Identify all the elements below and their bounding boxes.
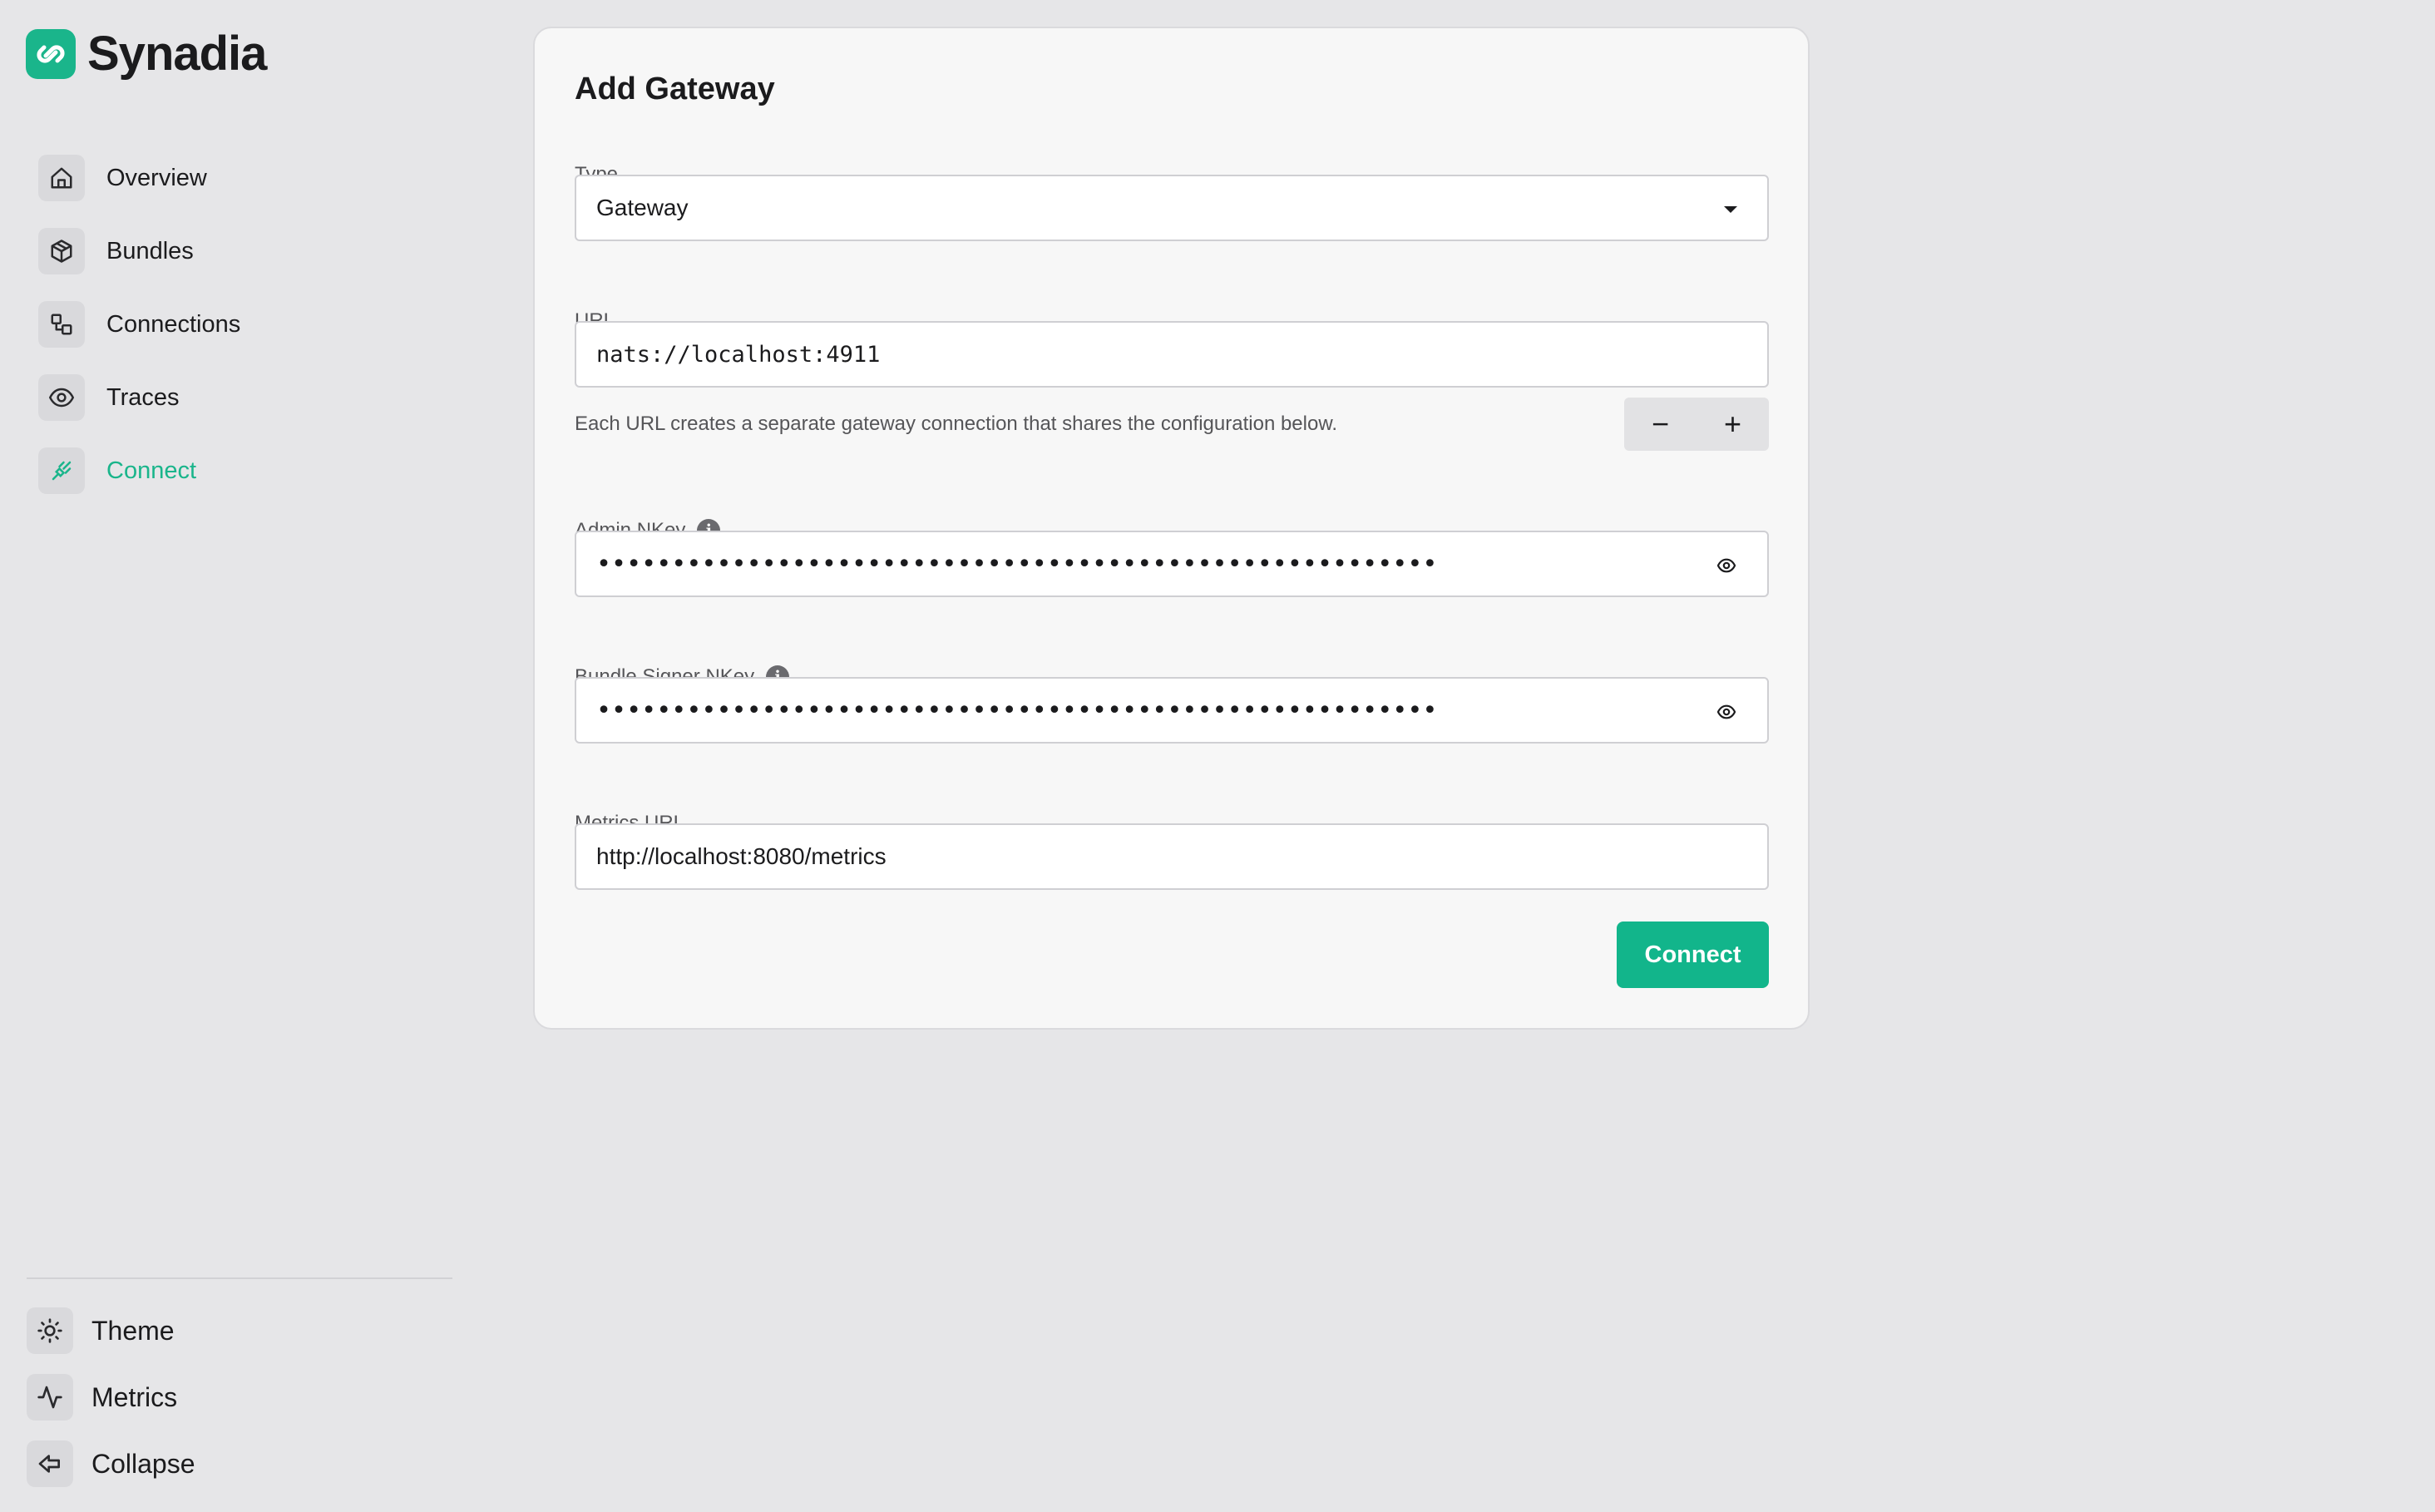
sidebar: Synadia Overview Bundles Connections Tra… [0,0,466,1512]
page-title: Add Gateway [575,72,775,106]
plug-icon [38,447,85,494]
bundle-signer-field[interactable]: ••••••••••••••••••••••••••••••••••••••••… [575,677,1769,744]
brand-name: Synadia [87,27,267,81]
sidebar-item-label: Connections [106,310,241,338]
sidebar-divider [27,1277,452,1279]
sidebar-item-label: Theme [91,1315,175,1346]
connect-button[interactable]: Connect [1617,922,1769,988]
url-stepper: − + [1624,398,1769,451]
show-password-eye-icon[interactable] [1716,700,1736,727]
app-root: Synadia Overview Bundles Connections Tra… [0,0,2435,1512]
package-icon [38,228,85,274]
remove-url-button[interactable]: − [1624,398,1697,451]
bundle-signer-value: ••••••••••••••••••••••••••••••••••••••••… [596,695,1438,725]
collapse-icon [27,1440,73,1487]
eye-icon [38,374,85,421]
admin-nkey-field[interactable]: ••••••••••••••••••••••••••••••••••••••••… [575,531,1769,597]
activity-icon [27,1374,73,1421]
admin-nkey-value: ••••••••••••••••••••••••••••••••••••••••… [596,549,1438,579]
type-select[interactable]: Gateway [575,175,1769,241]
chevron-down-icon [1724,206,1737,213]
main-nav: Overview Bundles Connections Traces Conn… [38,148,240,514]
sidebar-item-label: Metrics [91,1381,178,1412]
add-gateway-card: Add Gateway Type Gateway URL nats://loca… [533,27,1810,1030]
sidebar-item-metrics[interactable]: Metrics [27,1371,195,1424]
home-icon [38,155,85,201]
sidebar-item-connections[interactable]: Connections [38,294,240,354]
sidebar-item-label: Overview [106,164,207,191]
sidebar-item-bundles[interactable]: Bundles [38,221,240,281]
brand[interactable]: Synadia [26,26,267,82]
url-input[interactable]: nats://localhost:4911 [575,321,1769,388]
sidebar-item-collapse[interactable]: Collapse [27,1437,195,1490]
add-url-button[interactable]: + [1697,398,1769,451]
sidebar-item-traces[interactable]: Traces [38,368,240,427]
metrics-url-input[interactable]: http://localhost:8080/metrics [575,823,1769,890]
synadia-logo-icon [26,28,76,79]
show-password-eye-icon[interactable] [1716,554,1736,581]
sidebar-item-label: Connect [106,457,197,484]
metrics-url-value: http://localhost:8080/metrics [596,843,887,869]
sidebar-item-theme[interactable]: Theme [27,1304,195,1357]
sidebar-item-label: Bundles [106,237,194,264]
sidebar-item-label: Collapse [91,1448,195,1479]
sidebar-item-overview[interactable]: Overview [38,148,240,208]
sun-icon [27,1307,73,1354]
type-select-value: Gateway [596,195,689,220]
url-input-value: nats://localhost:4911 [596,341,881,368]
connections-icon [38,301,85,348]
bottom-nav: Theme Metrics Collapse [27,1304,195,1504]
sidebar-item-label: Traces [106,383,180,411]
url-helper-text: Each URL creates a separate gateway conn… [575,413,1338,435]
sidebar-item-connect[interactable]: Connect [38,441,240,501]
